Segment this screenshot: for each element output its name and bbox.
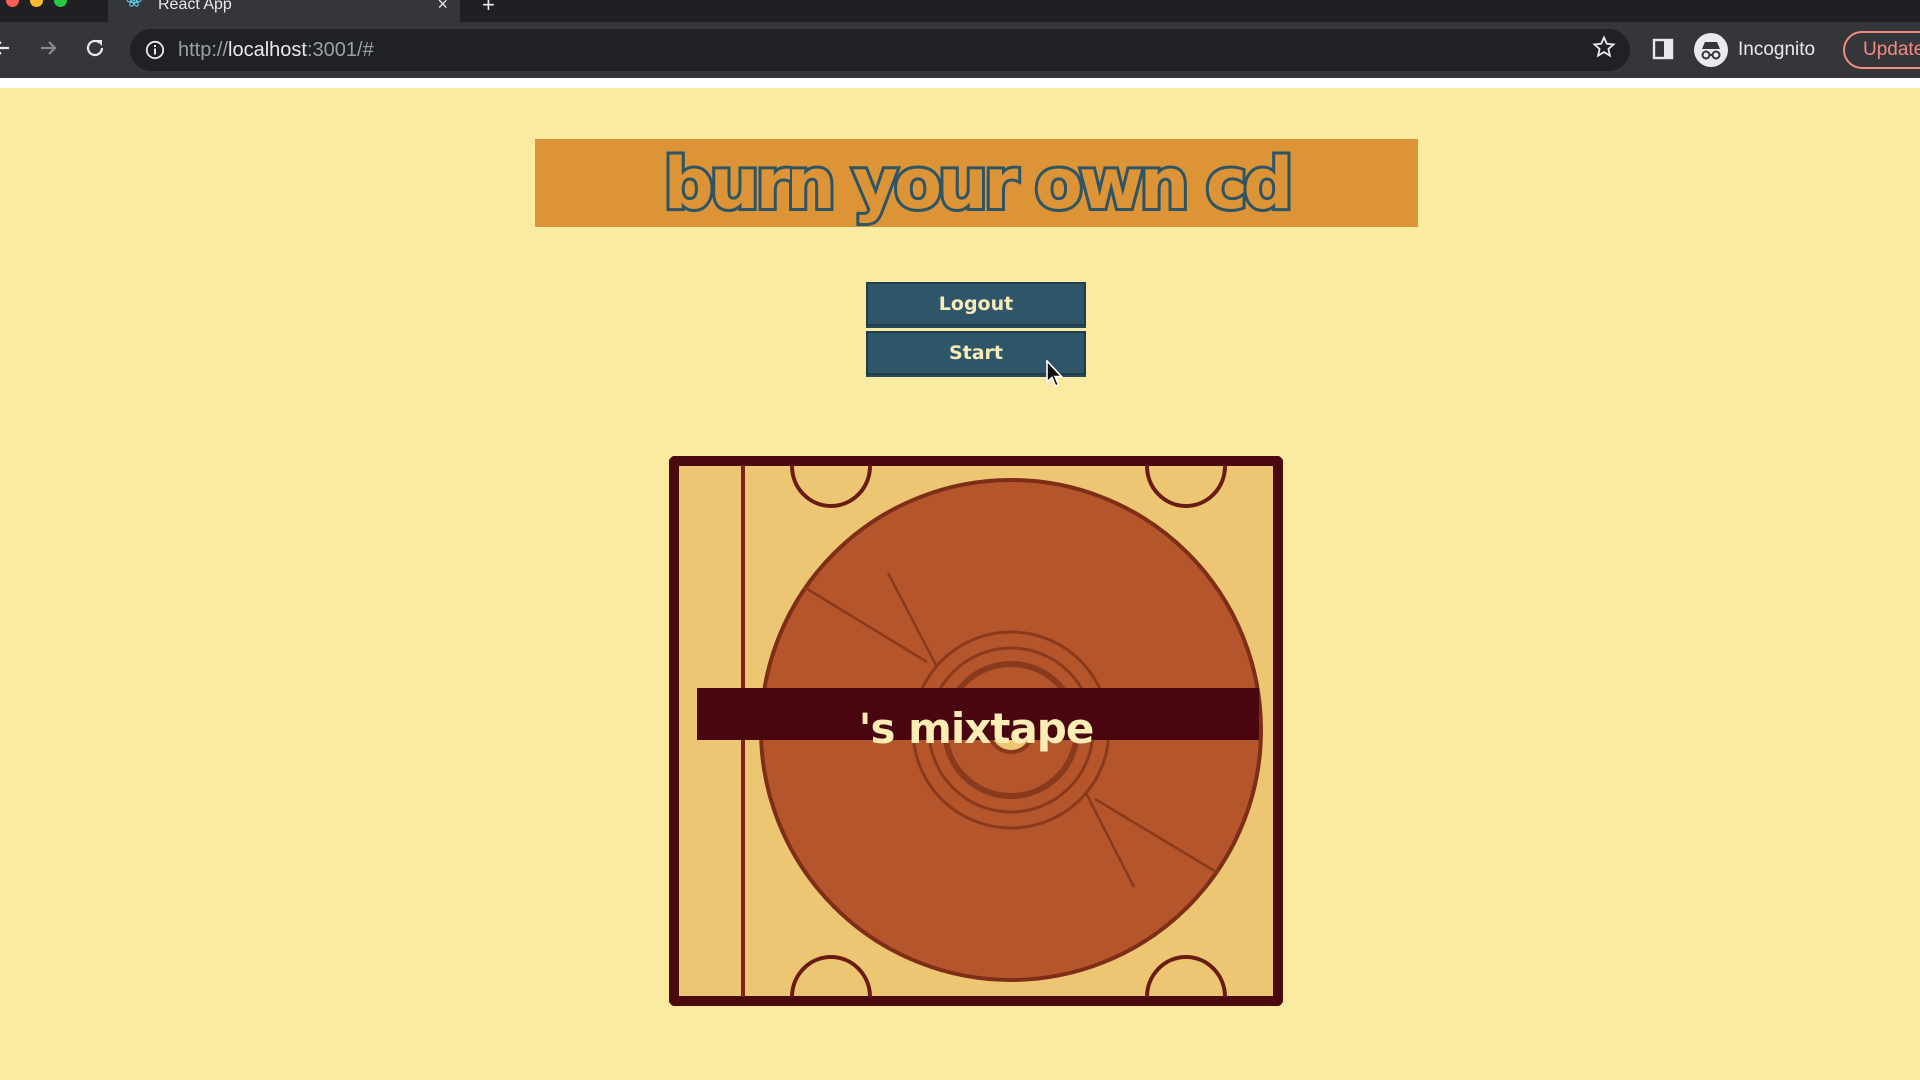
title-banner: burn your own cd xyxy=(535,139,1418,227)
back-button[interactable] xyxy=(0,34,16,62)
info-icon[interactable] xyxy=(145,40,165,60)
cd-case: 's mixtape xyxy=(668,455,1284,1007)
forward-arrow-icon xyxy=(41,41,57,55)
window-close-control[interactable] xyxy=(6,0,19,7)
forward-button[interactable] xyxy=(34,34,62,62)
browser-tab[interactable]: React App × xyxy=(108,0,460,22)
browser-tab-strip: React App × + xyxy=(0,0,1920,22)
url-host: localhost xyxy=(228,39,307,61)
side-panel-icon[interactable] xyxy=(1652,38,1674,60)
back-arrow-icon xyxy=(0,41,9,55)
new-tab-icon[interactable]: + xyxy=(482,0,495,18)
tab-title: React App xyxy=(158,0,232,13)
incognito-label[interactable]: Incognito xyxy=(1738,39,1815,61)
bookmark-star-icon[interactable] xyxy=(1592,35,1616,59)
mouse-cursor-icon xyxy=(1046,360,1064,388)
reload-button[interactable] xyxy=(81,34,109,62)
update-button[interactable]: Update xyxy=(1843,31,1920,69)
reload-icon xyxy=(86,39,104,57)
logout-button[interactable]: Logout xyxy=(866,282,1086,326)
page-title: burn your own cd xyxy=(661,140,1297,227)
url-text[interactable]: http://localhost:3001/# xyxy=(178,39,374,62)
page-body: burn your own cd Logout Start 's mixtape xyxy=(0,88,1920,1080)
window-zoom-control[interactable] xyxy=(54,0,67,7)
react-logo-icon xyxy=(126,0,142,7)
window-minimize-control[interactable] xyxy=(30,0,43,7)
bookmark-bar-divider xyxy=(0,78,1920,88)
browser-toolbar: http://localhost:3001/# Incognito Update xyxy=(0,22,1920,78)
incognito-icon[interactable] xyxy=(1694,33,1728,67)
url-path: :3001/# xyxy=(306,39,374,61)
address-bar[interactable]: http://localhost:3001/# xyxy=(130,29,1630,71)
url-scheme: http:// xyxy=(178,39,229,61)
close-tab-icon[interactable]: × xyxy=(437,0,448,15)
mixtape-label: 's mixtape xyxy=(858,704,1095,753)
